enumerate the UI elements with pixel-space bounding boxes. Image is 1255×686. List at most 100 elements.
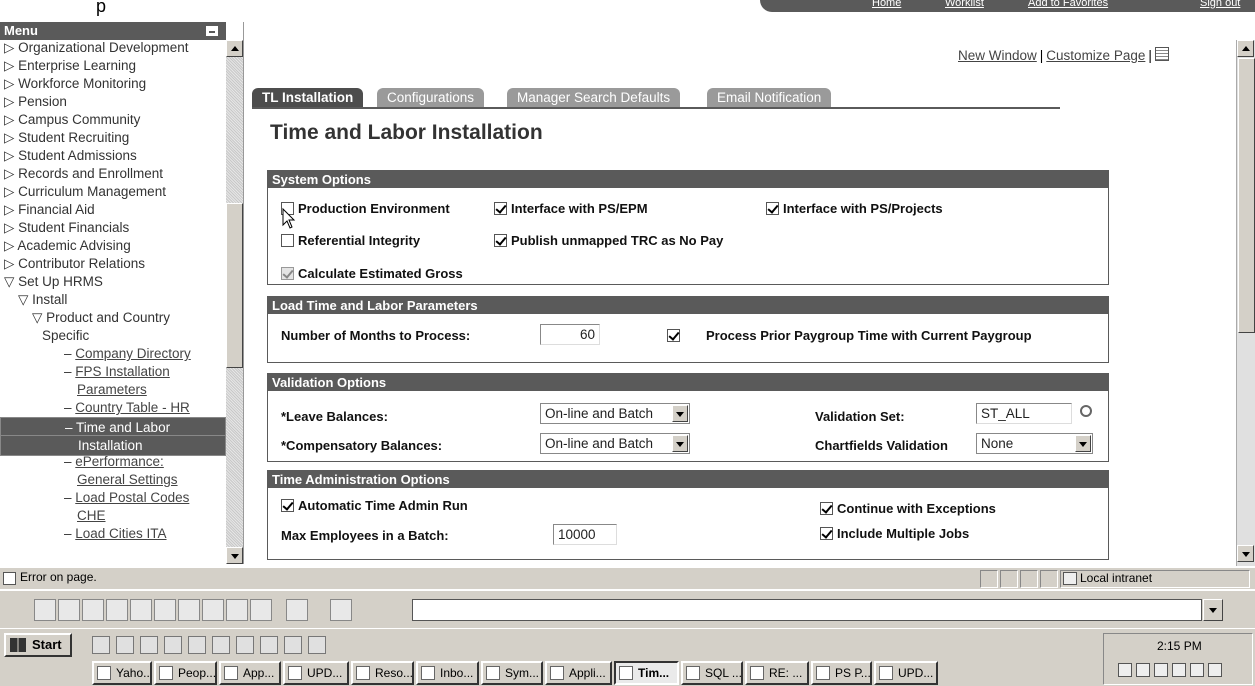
main-scroll-thumb[interactable] [1238,58,1255,333]
scroll-up-icon[interactable] [1237,40,1254,57]
chevron-down-icon[interactable] [1203,599,1223,621]
menu-item[interactable]: ▷ Curriculum Management [0,183,226,200]
taskbar-task-button[interactable]: Tim... [614,661,679,685]
sign-out-link[interactable]: Sign out [1200,0,1240,9]
menu-item[interactable]: ▷ Student Financials [0,219,226,236]
menu-item[interactable]: ▷ Enterprise Learning [0,57,226,74]
quick-launch-icon[interactable] [236,636,254,654]
menu-item[interactable]: Parameters [0,381,226,398]
referential-integrity-checkbox[interactable] [281,234,294,247]
taskbar-task-button[interactable]: Reso... [351,661,414,685]
quick-launch-icon[interactable] [284,636,302,654]
leave-balances-select[interactable]: On-line and Batch [540,403,690,424]
tray-icon[interactable] [1118,663,1132,677]
toolbar-app-icon[interactable] [330,599,352,621]
taskbar-task-button[interactable]: UPD... [283,661,349,685]
process-prior-checkbox[interactable] [667,329,680,342]
scroll-down-icon[interactable] [226,547,243,564]
menu-item[interactable]: ▷ Organizational Development [0,40,226,56]
include-multiple-jobs-checkbox[interactable] [820,527,833,540]
menu-item[interactable]: ▷ Contributor Relations [0,255,226,272]
toolbar-app-icon[interactable] [130,599,152,621]
menu-item[interactable]: ▽ Set Up HRMS [0,273,226,290]
menu-item[interactable]: ▷ Campus Community [0,111,226,128]
quick-launch-icon[interactable] [116,636,134,654]
taskbar-task-button[interactable]: SQL ... [681,661,743,685]
tray-icon[interactable] [1154,663,1168,677]
menu-item[interactable]: General Settings [0,471,226,488]
chartfields-validation-select[interactable]: None [976,433,1093,454]
menu-item[interactable]: ▽ Install [0,291,226,308]
menu-item[interactable]: ▷ Student Admissions [0,147,226,164]
compensatory-balances-select[interactable]: On-line and Batch [540,433,690,454]
menu-item[interactable]: – ePerformance: [0,453,226,470]
scroll-up-icon[interactable] [226,40,243,57]
menu-item[interactable]: – Load Cities ITA [0,525,226,542]
toolbar-app-icon[interactable] [106,599,128,621]
toolbar-app-icon[interactable] [34,599,56,621]
chevron-down-icon[interactable] [1075,435,1091,452]
taskbar-task-button[interactable]: UPD... [874,661,938,685]
taskbar-task-button[interactable]: RE: ... [745,661,809,685]
menu-scrollbar[interactable] [226,40,243,564]
address-input[interactable] [412,599,1202,621]
add-to-favorites-link[interactable]: Add to Favorites [1028,0,1108,9]
toolbar-app-icon[interactable] [178,599,200,621]
menu-item[interactable]: ▷ Workforce Monitoring [0,75,226,92]
quick-launch-icon[interactable] [140,636,158,654]
menu-item[interactable]: ▷ Financial Aid [0,201,226,218]
publish-unmapped-checkbox[interactable] [494,234,507,247]
interface-projects-checkbox[interactable] [766,202,779,215]
tray-icon[interactable] [1208,663,1222,677]
warning-icon[interactable] [3,572,16,585]
new-window-link[interactable]: New Window [958,48,1037,63]
taskbar-task-button[interactable]: Peop... [154,661,217,685]
taskbar-task-button[interactable]: App... [219,661,281,685]
tab-manager-search-defaults[interactable]: Manager Search Defaults [507,88,681,109]
toolbar-app-icon[interactable] [286,599,308,621]
quick-launch-icon[interactable] [92,636,110,654]
toolbar-app-icon[interactable] [82,599,104,621]
chevron-down-icon[interactable] [672,435,688,452]
tray-icon[interactable] [1190,663,1204,677]
menu-item[interactable]: ▽ Product and Country [0,309,226,326]
menu-item[interactable]: – Country Table - HR [0,399,226,416]
tray-icon[interactable] [1172,663,1186,677]
taskbar-task-button[interactable]: Sym... [481,661,543,685]
months-to-process-input[interactable]: 60 [540,324,600,345]
quick-launch-icon[interactable] [164,636,182,654]
start-button[interactable]: Start [4,633,72,657]
tab-configurations[interactable]: Configurations [377,88,485,109]
toolbar-app-icon[interactable] [202,599,224,621]
quick-launch-icon[interactable] [260,636,278,654]
max-employees-input[interactable]: 10000 [553,524,617,545]
taskbar-task-button[interactable]: Inbo... [416,661,479,685]
menu-item[interactable]: Specific [0,327,226,344]
toolbar-app-icon[interactable] [154,599,176,621]
taskbar-task-button[interactable]: Yaho... [92,661,152,685]
home-link[interactable]: Home [872,0,901,9]
menu-item[interactable]: – FPS Installation [0,363,226,380]
search-icon[interactable] [1080,405,1092,417]
menu-scroll-thumb[interactable] [226,203,243,368]
chevron-down-icon[interactable] [672,405,688,422]
quick-launch-icon[interactable] [308,636,326,654]
tab-email-notification[interactable]: Email Notification [707,88,832,109]
quick-launch-icon[interactable] [188,636,206,654]
continue-exceptions-checkbox[interactable] [820,502,833,515]
interface-epm-checkbox[interactable] [494,202,507,215]
taskbar-task-button[interactable]: Appli... [545,661,612,685]
menu-item[interactable]: CHE [0,507,226,524]
menu-item[interactable]: ▷ Pension [0,93,226,110]
menu-item[interactable]: ▷ Records and Enrollment [0,165,226,182]
tab-tl-installation[interactable]: TL Installation [252,88,364,109]
menu-item[interactable]: – Load Postal Codes [0,489,226,506]
http-icon[interactable] [1154,47,1169,62]
worklist-link[interactable]: Worklist [945,0,984,9]
menu-item[interactable]: ▷ Student Recruiting [0,129,226,146]
automatic-time-admin-checkbox[interactable] [281,499,294,512]
toolbar-app-icon[interactable] [250,599,272,621]
taskbar-task-button[interactable]: PS P... [811,661,872,685]
customize-page-link[interactable]: Customize Page [1046,48,1145,63]
menu-item[interactable]: – Company Directory [0,345,226,362]
